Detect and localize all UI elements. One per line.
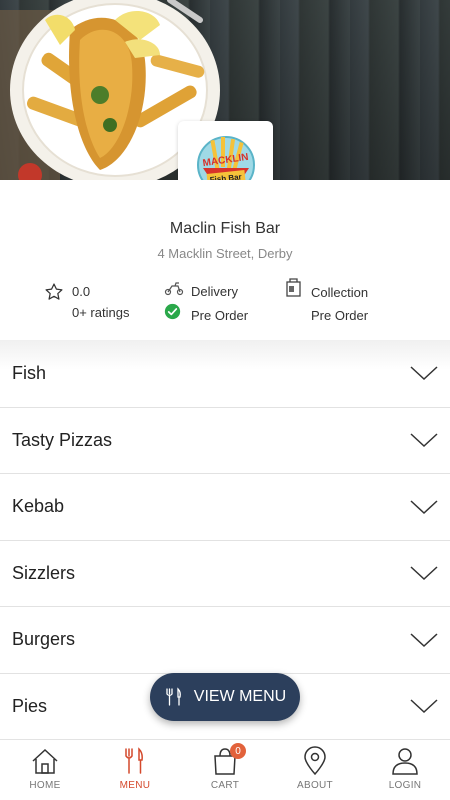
restaurant-info: Maclin Fish Bar 4 Macklin Street, Derby … bbox=[0, 180, 450, 340]
restaurant-address: 4 Macklin Street, Derby bbox=[157, 246, 293, 261]
tab-label: MENU bbox=[119, 780, 151, 791]
category-sizzlers[interactable]: Sizzlers bbox=[0, 539, 450, 606]
tab-label: CART bbox=[210, 780, 240, 791]
cutlery-icon bbox=[166, 687, 181, 706]
tab-cart[interactable]: 0 CART bbox=[180, 740, 270, 800]
delivery-scooter-icon bbox=[164, 282, 184, 296]
check-circle-icon bbox=[164, 303, 181, 320]
delivery-preorder: Pre Order bbox=[191, 308, 249, 323]
home-icon bbox=[32, 748, 58, 774]
tab-home[interactable]: HOME bbox=[0, 740, 90, 800]
restaurant-name: Maclin Fish Bar bbox=[169, 220, 281, 237]
cart-count-badge: 0 bbox=[230, 743, 246, 759]
tab-label: ABOUT bbox=[297, 780, 333, 791]
chevron-down-icon[interactable] bbox=[410, 565, 438, 581]
bottom-tab-bar: HOME MENU 0 CART ABOUT LOGIN bbox=[0, 739, 450, 800]
category-label: Fish bbox=[12, 362, 47, 383]
category-label: Tasty Pizzas bbox=[12, 429, 113, 450]
category-tasty-pizzas[interactable]: Tasty Pizzas bbox=[0, 406, 450, 473]
category-kebab[interactable]: Kebab bbox=[0, 473, 450, 540]
chevron-down-icon[interactable] bbox=[410, 698, 438, 714]
rating-value: 0.0 bbox=[72, 284, 91, 299]
view-menu-button[interactable]: VIEW MENU bbox=[150, 673, 300, 721]
collection-preorder: Pre Order bbox=[311, 308, 369, 323]
tab-label: LOGIN bbox=[388, 780, 422, 791]
category-label: Pies bbox=[12, 695, 48, 716]
category-burgers[interactable]: Burgers bbox=[0, 606, 450, 673]
chevron-down-icon[interactable] bbox=[410, 365, 438, 381]
delivery-label: Delivery bbox=[191, 284, 238, 299]
tab-menu[interactable]: MENU bbox=[90, 740, 180, 800]
user-icon bbox=[392, 748, 418, 775]
chevron-down-icon[interactable] bbox=[410, 432, 438, 448]
view-menu-label: VIEW MENU bbox=[193, 688, 287, 705]
ratings-count: 0+ ratings bbox=[72, 305, 130, 320]
star-icon bbox=[45, 283, 63, 300]
tab-label: HOME bbox=[29, 780, 61, 791]
cutlery-icon bbox=[125, 747, 143, 774]
location-pin-icon bbox=[304, 746, 326, 776]
category-label: Sizzlers bbox=[12, 562, 76, 583]
category-fish[interactable]: Fish bbox=[0, 340, 450, 407]
tab-about[interactable]: ABOUT bbox=[270, 740, 360, 800]
collection-label: Collection bbox=[311, 285, 369, 300]
chevron-down-icon[interactable] bbox=[410, 499, 438, 515]
collection-bag-icon bbox=[286, 278, 301, 297]
category-label: Kebab bbox=[12, 496, 65, 517]
tab-login[interactable]: LOGIN bbox=[360, 740, 450, 800]
category-label: Burgers bbox=[12, 629, 76, 650]
chevron-down-icon[interactable] bbox=[410, 632, 438, 648]
